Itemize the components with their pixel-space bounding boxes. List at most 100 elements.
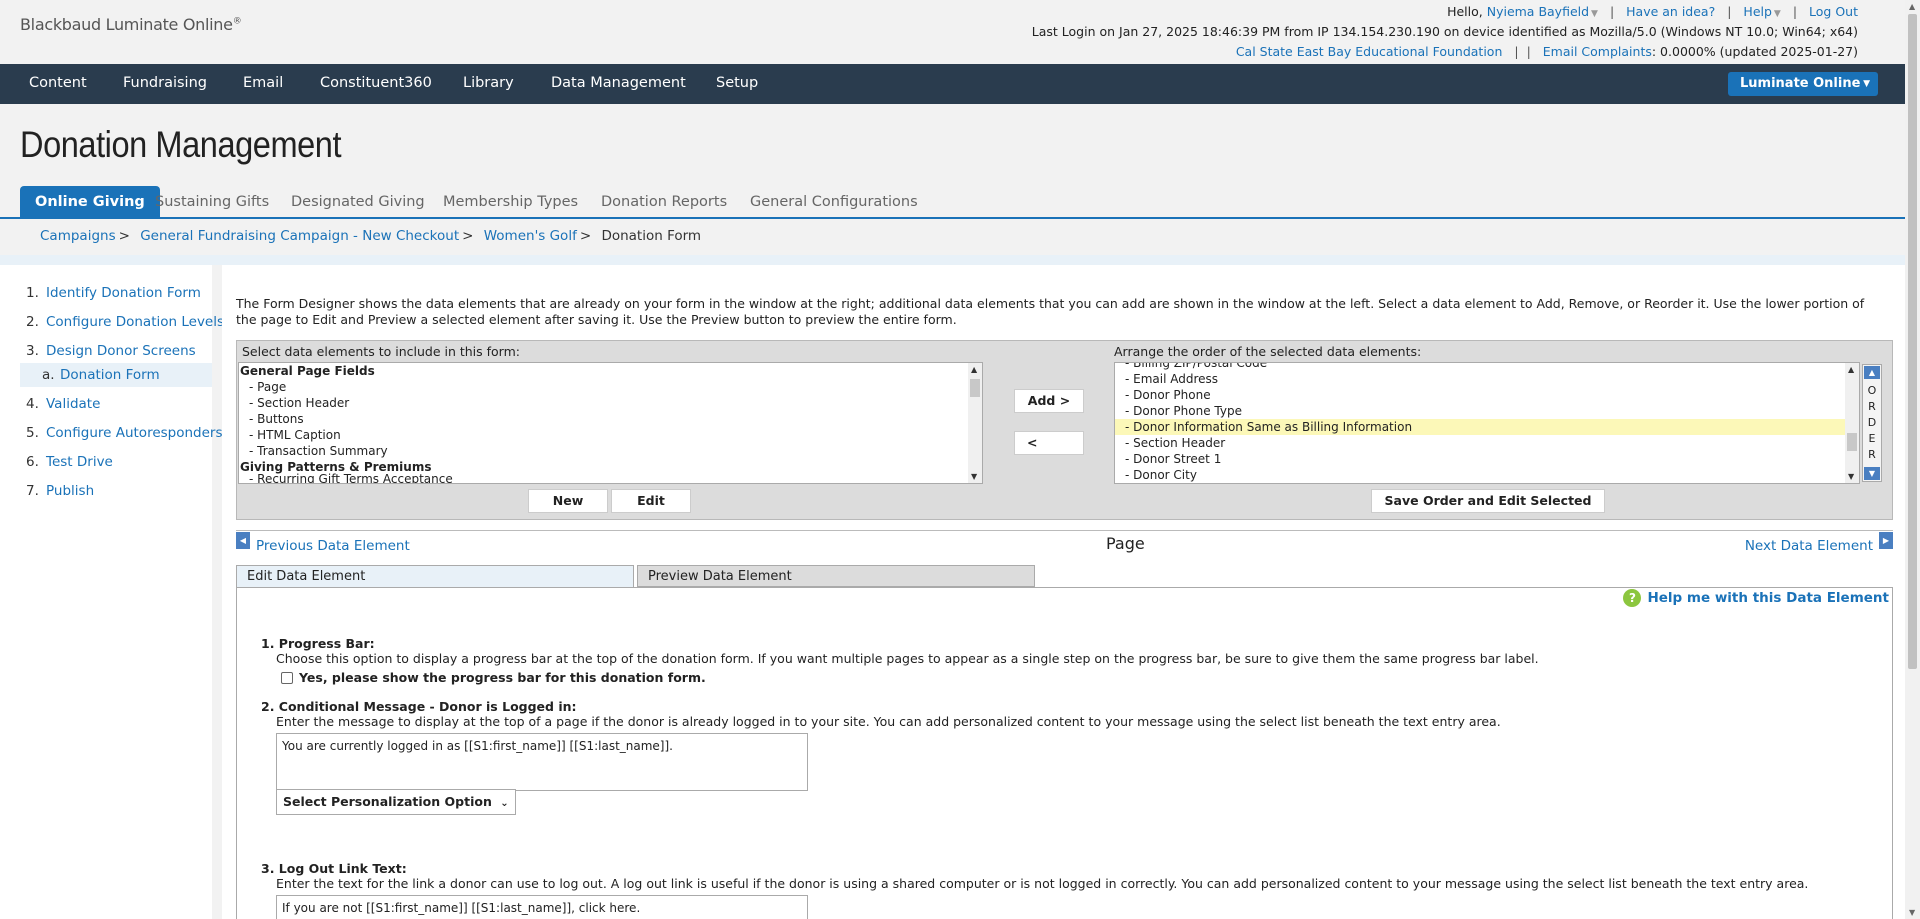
chevron-down-icon[interactable]: ▼ — [1774, 9, 1781, 19]
edit-button[interactable]: Edit — [611, 489, 691, 513]
step-validate[interactable]: 4. Validate — [26, 396, 100, 412]
list-item[interactable]: - Recurring Gift Terms Acceptance — [239, 471, 982, 483]
move-up-icon[interactable]: ▲ — [1864, 366, 1880, 379]
previous-element-link[interactable]: Previous Data Element — [256, 538, 410, 554]
scroll-thumb[interactable] — [1908, 14, 1917, 669]
section-tabs: Online Giving Sustaining Gifts Designate… — [0, 184, 1905, 219]
help-icon: ? — [1623, 589, 1642, 607]
logged-in-message-field: 2. Conditional Message - Donor is Logged… — [261, 699, 1501, 729]
list-item[interactable]: - Billing ZIP/Postal Code — [1115, 363, 1859, 371]
list-item[interactable]: - Section Header — [1115, 435, 1859, 451]
list-item[interactable]: - Donor Phone Type — [1115, 403, 1859, 419]
have-idea-link[interactable]: Have an idea? — [1626, 4, 1715, 19]
logout-link[interactable]: Log Out — [1809, 4, 1858, 19]
step-donation-form[interactable]: a. Donation Form — [20, 363, 212, 387]
tab-online-giving[interactable]: Online Giving — [20, 186, 160, 218]
org-info: Cal State East Bay Educational Foundatio… — [1235, 44, 1858, 59]
list-item[interactable]: - Buttons — [239, 411, 982, 427]
breadcrumb: Campaigns > General Fundraising Campaign … — [40, 228, 702, 244]
progress-bar-field: 1. Progress Bar: Choose this option to d… — [261, 636, 1539, 685]
org-link[interactable]: Cal State East Bay Educational Foundatio… — [1236, 44, 1503, 59]
email-complaints-link[interactable]: Email Complaints — [1543, 44, 1652, 59]
step-publish[interactable]: 7. Publish — [26, 483, 94, 499]
list-item[interactable]: - Donor City — [1115, 467, 1859, 483]
nav-constituent360[interactable]: Constituent360 — [320, 64, 432, 102]
intro-text: The Form Designer shows the data element… — [236, 296, 1865, 327]
list-item[interactable]: General Page Fields — [239, 363, 982, 379]
tab-edit-element[interactable]: Edit Data Element — [236, 565, 634, 587]
list-item[interactable]: - Donor Phone — [1115, 387, 1859, 403]
step-identify[interactable]: 1. Identify Donation Form — [26, 285, 201, 301]
step-test-drive[interactable]: 6. Test Drive — [26, 454, 113, 470]
tab-donation-reports[interactable]: Donation Reports — [601, 186, 727, 218]
main-nav: Content Fundraising Email Constituent360… — [0, 64, 1905, 104]
scroll-down-icon[interactable]: ▼ — [1909, 908, 1915, 917]
scroll-down-icon[interactable]: ▼ — [971, 472, 977, 481]
save-order-button[interactable]: Save Order and Edit Selected — [1371, 489, 1605, 513]
list-item[interactable]: - Section Header — [239, 395, 982, 411]
help-menu[interactable]: Help — [1743, 4, 1772, 19]
scroll-up-icon[interactable]: ▲ — [1848, 365, 1854, 374]
list-item[interactable]: - Donor Street 1 — [1115, 451, 1859, 467]
list-item[interactable]: - Page — [239, 379, 982, 395]
scroll-up-icon[interactable]: ▲ — [1909, 2, 1915, 11]
scroll-thumb[interactable] — [970, 379, 980, 397]
breadcrumb-campaigns[interactable]: Campaigns — [40, 228, 116, 244]
list-item[interactable]: - Transaction Summary — [239, 443, 982, 459]
chevron-down-icon[interactable]: ▼ — [1591, 9, 1598, 19]
help-link[interactable]: ? Help me with this Data Element — [1623, 589, 1889, 607]
list-item[interactable]: - HTML Caption — [239, 427, 982, 443]
nav-setup[interactable]: Setup — [716, 64, 758, 102]
step-autoresponders[interactable]: 5. Configure Autoresponders — [26, 425, 223, 441]
list-item-selected[interactable]: - Donor Information Same as Billing Info… — [1115, 419, 1845, 435]
scroll-thumb[interactable] — [1847, 433, 1857, 451]
progress-bar-checkbox[interactable] — [281, 672, 293, 684]
available-label: Select data elements to include in this … — [242, 344, 520, 359]
available-elements-list[interactable]: General Page Fields - Page - Section Hea… — [238, 362, 983, 484]
edit-panel: ? Help me with this Data Element 1. Progr… — [236, 587, 1893, 919]
tab-preview-element[interactable]: Preview Data Element — [637, 565, 1035, 587]
chevron-down-icon: ▼ — [1863, 79, 1870, 89]
step-configure-levels[interactable]: 2. Configure Donation Levels — [26, 314, 224, 330]
nav-library[interactable]: Library — [463, 64, 514, 102]
order-control: ▲ O R D E R ▼ — [1862, 364, 1882, 482]
last-login-info: Last Login on Jan 27, 2025 18:46:39 PM f… — [1031, 24, 1858, 39]
previous-arrow-icon[interactable]: ◀ — [236, 532, 250, 549]
personalization-select[interactable]: Select Personalization Option ⌄ — [276, 789, 516, 815]
remove-button[interactable]: < Remove — [1014, 431, 1084, 455]
nav-content[interactable]: Content — [29, 64, 87, 102]
next-element-link[interactable]: Next Data Element — [1745, 538, 1873, 554]
tab-membership-types[interactable]: Membership Types — [443, 186, 578, 218]
tab-general-configurations[interactable]: General Configurations — [750, 186, 918, 218]
scroll-down-icon[interactable]: ▼ — [1848, 472, 1854, 481]
element-pager: ◀ Previous Data Element Page Next Data E… — [236, 530, 1893, 555]
breadcrumb-campaign[interactable]: General Fundraising Campaign - New Check… — [140, 228, 459, 244]
user-menu[interactable]: Nyiema Bayfield — [1487, 4, 1589, 19]
breadcrumb-form-group[interactable]: Women's Golf — [484, 228, 577, 244]
nav-email[interactable]: Email — [243, 64, 283, 102]
page-scrollbar[interactable]: ▲ ▼ — [1905, 0, 1920, 919]
scrollbar[interactable]: ▲ ▼ — [1845, 363, 1859, 483]
page-title: Donation Management — [20, 124, 342, 165]
step-design-screens[interactable]: 3. Design Donor Screens — [26, 343, 196, 359]
selected-elements-list[interactable]: - Billing ZIP/Postal Code - Email Addres… — [1114, 362, 1860, 484]
selected-label: Arrange the order of the selected data e… — [1114, 344, 1422, 359]
tab-sustaining-gifts[interactable]: Sustaining Gifts — [155, 186, 269, 218]
logout-link-field: 3. Log Out Link Text: Enter the text for… — [261, 861, 1809, 891]
scroll-up-icon[interactable]: ▲ — [971, 365, 977, 374]
logout-link-textarea[interactable]: If you are not [[S1:first_name]] [[S1:la… — [276, 895, 808, 919]
app-logo: Blackbaud Luminate Online® — [20, 15, 242, 34]
list-item[interactable]: - Email Address — [1115, 371, 1859, 387]
nav-fundraising[interactable]: Fundraising — [123, 64, 207, 102]
tab-designated-giving[interactable]: Designated Giving — [291, 186, 425, 218]
new-button[interactable]: New — [528, 489, 608, 513]
add-button[interactable]: Add > — [1014, 389, 1084, 413]
chevron-down-icon: ⌄ — [500, 798, 509, 809]
logged-in-message-textarea[interactable]: You are currently logged in as [[S1:firs… — [276, 733, 808, 791]
scrollbar[interactable]: ▲ ▼ — [968, 363, 982, 483]
next-arrow-icon[interactable]: ▶ — [1879, 532, 1893, 549]
nav-data-management[interactable]: Data Management — [551, 64, 686, 102]
move-down-icon[interactable]: ▼ — [1864, 467, 1880, 480]
top-bar: Blackbaud Luminate Online® Hello, Nyiema… — [0, 0, 1905, 64]
product-switcher-button[interactable]: Luminate Online ▼ — [1728, 72, 1878, 96]
